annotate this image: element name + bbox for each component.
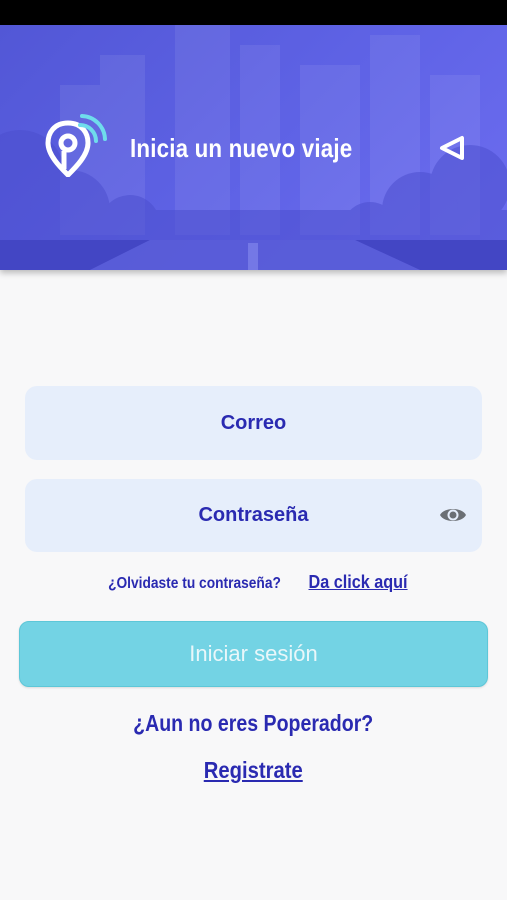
signup-question-text: ¿Aun no eres Poperador? xyxy=(133,710,374,736)
location-pin-signal-icon xyxy=(45,114,107,177)
password-field-container xyxy=(25,479,482,552)
password-field[interactable] xyxy=(25,479,482,552)
forgot-password-question: ¿Olvidaste tu contraseña? xyxy=(107,575,281,592)
register-link[interactable]: Registrate xyxy=(204,757,303,784)
register-link-container: Registrate xyxy=(0,757,507,784)
eye-icon[interactable] xyxy=(439,503,467,527)
email-field-container xyxy=(25,385,482,461)
back-triangle-icon[interactable] xyxy=(438,133,468,163)
forgot-password-link[interactable]: Da click aquí xyxy=(309,572,408,593)
email-field[interactable] xyxy=(25,385,482,461)
page-title: Inicia un nuevo viaje xyxy=(130,133,353,163)
forgot-password-row: ¿Olvidaste tu contraseña? Da click aquí xyxy=(0,572,507,593)
signup-prompt: ¿Aun no eres Poperador? xyxy=(0,710,507,737)
header-banner: Inicia un nuevo viaje xyxy=(0,25,507,270)
status-bar xyxy=(0,0,507,25)
login-button[interactable]: Iniciar sesión xyxy=(19,621,488,687)
